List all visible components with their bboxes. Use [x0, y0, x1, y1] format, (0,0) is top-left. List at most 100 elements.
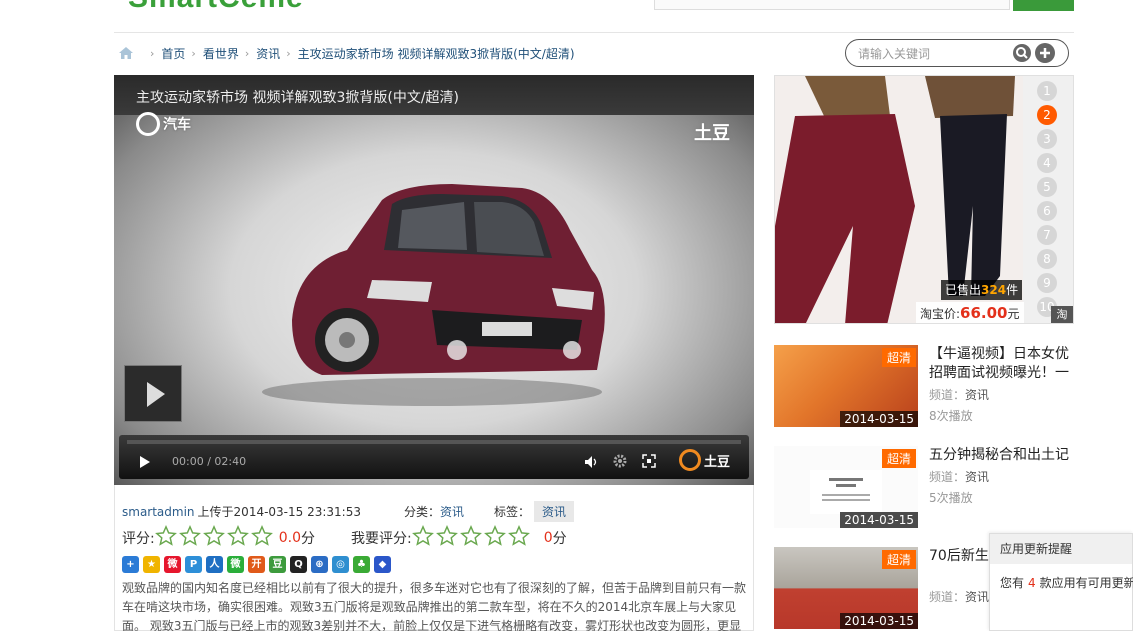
kaixin-icon[interactable]: 开: [248, 556, 265, 573]
add-icon[interactable]: [1035, 43, 1055, 63]
search-icon[interactable]: [1013, 44, 1031, 62]
notification-prefix: 您有: [1000, 576, 1025, 590]
breadcrumb: › 首页 › 看世界 › 资讯 › 主攻运动家轿市场 视频详解观致3掀背版(中文…: [118, 44, 575, 62]
notification-body: 您有 4 款应用有可用更新: [990, 564, 1133, 591]
renren-icon[interactable]: 人: [206, 556, 223, 573]
category-link[interactable]: 资讯: [440, 503, 464, 520]
video-date: 2014-03-15: [840, 411, 918, 427]
promo-page-1[interactable]: 1: [1037, 81, 1057, 101]
price-badge: 淘宝价:66.00元: [916, 302, 1024, 323]
tudou-brand[interactable]: 土豆: [679, 449, 730, 471]
video-player[interactable]: 主攻运动家轿市场 视频详解观致3掀背版(中文/超清) 汽车 土豆 00:00 /…: [114, 75, 754, 485]
brand-text: 土豆: [704, 454, 731, 470]
video-description: 观致品牌的国内知名度已经相比以前有了很大的提升，很多车迷对它也有了很深刻的了解，…: [122, 581, 747, 631]
video-title-link[interactable]: 【牛逼视频】日本女优招聘面试视频曝光！一: [929, 345, 1077, 383]
watermark-text: 汽车: [163, 117, 191, 133]
promo-page-6[interactable]: 6: [1037, 201, 1057, 221]
site-logo[interactable]: SmartCeme: [128, 0, 368, 10]
tag-link[interactable]: 资讯: [534, 501, 575, 522]
uploader-link[interactable]: smartadmin: [122, 505, 195, 519]
volume-icon[interactable]: [584, 455, 598, 472]
gear-icon[interactable]: [613, 454, 627, 471]
paw-icon[interactable]: ◆: [374, 556, 391, 573]
update-notification[interactable]: 应用更新提醒 您有 4 款应用有可用更新: [989, 533, 1133, 631]
breadcrumb-separator: ›: [150, 46, 155, 60]
star-icon[interactable]: [459, 525, 482, 551]
my-rating-unit: 分: [552, 531, 567, 547]
star-icon: [178, 525, 201, 551]
top-search-field[interactable]: [654, 0, 1010, 10]
star-icon[interactable]: [411, 525, 434, 551]
star-icon[interactable]: [507, 525, 530, 551]
sold-count: 324: [981, 283, 1007, 297]
taobao-icon[interactable]: 淘: [1051, 306, 1073, 323]
star-icon[interactable]: [435, 525, 458, 551]
promo-page-4[interactable]: 4: [1037, 153, 1057, 173]
breadcrumb-separator: ›: [244, 46, 250, 60]
star-icon: [154, 525, 177, 551]
clover-icon[interactable]: ♣: [353, 556, 370, 573]
promo-page-2[interactable]: 2: [1037, 105, 1057, 125]
star-icon[interactable]: [483, 525, 506, 551]
sohu-icon[interactable]: ◎: [332, 556, 349, 573]
search-box: [845, 39, 1069, 67]
top-search-button[interactable]: [1013, 0, 1074, 11]
video-thumbnail[interactable]: 超清 2014-03-15: [774, 345, 918, 427]
breadcrumb-world[interactable]: 看世界: [203, 45, 239, 62]
tudou-logo-icon: [136, 112, 160, 136]
breadcrumb-separator: ›: [286, 46, 291, 60]
meta-row: smartadmin 上传于2014-03-15 23:31:53 分类： 资讯…: [122, 501, 575, 522]
car-image: [262, 184, 605, 406]
home-icon[interactable]: [118, 46, 134, 60]
tencent-weibo-icon[interactable]: P: [185, 556, 202, 573]
channel-link[interactable]: 资讯: [965, 388, 989, 402]
list-item[interactable]: 超清 2014-03-15 五分钟揭秘合和出土记 频道：资讯 5次播放: [774, 446, 1074, 528]
douban-icon[interactable]: 豆: [269, 556, 286, 573]
progress-bar[interactable]: [127, 440, 741, 444]
fullscreen-icon[interactable]: [642, 454, 656, 471]
video-channel: 频道：资讯: [929, 386, 989, 403]
star-icon: [250, 525, 273, 551]
video-title-link[interactable]: 五分钟揭秘合和出土记: [929, 446, 1077, 466]
hd-badge: 超清: [881, 449, 916, 468]
video-channel: 频道：资讯: [929, 468, 989, 485]
video-thumbnail[interactable]: 超清 2014-03-15: [774, 446, 918, 528]
video-date: 2014-03-15: [840, 613, 918, 629]
qzone-icon[interactable]: ★: [143, 556, 160, 573]
promo-page-9[interactable]: 9: [1037, 273, 1057, 293]
list-item[interactable]: 超清 2014-03-15 【牛逼视频】日本女优招聘面试视频曝光！一 频道：资讯…: [774, 345, 1074, 427]
star-icon: [202, 525, 225, 551]
promo-page-3[interactable]: 3: [1037, 129, 1057, 149]
sold-count-badge: 已售出324件: [941, 280, 1023, 300]
channel-watermark: 汽车: [136, 112, 191, 136]
search-input[interactable]: [858, 46, 1008, 62]
my-rating-label: 我要评分:: [350, 531, 412, 547]
qq-icon[interactable]: Q: [290, 556, 307, 573]
weibo-icon[interactable]: 微: [164, 556, 181, 573]
my-rating-stars[interactable]: [411, 525, 530, 551]
wechat-icon[interactable]: 微: [227, 556, 244, 573]
rating-label: 评分:: [122, 531, 155, 547]
sold-prefix: 已售出: [945, 283, 982, 297]
hd-badge: 超清: [881, 348, 916, 367]
channel-link[interactable]: 资讯: [965, 590, 989, 604]
play-icon[interactable]: [139, 455, 151, 472]
breadcrumb-separator: ›: [191, 46, 196, 60]
video-thumbnail[interactable]: 超清 2014-03-15: [774, 547, 918, 629]
share-plus-icon[interactable]: +: [122, 556, 139, 573]
play-count: 8次播放: [929, 409, 973, 423]
baidu-icon[interactable]: ⊕: [311, 556, 328, 573]
promo-page-8[interactable]: 8: [1037, 249, 1057, 269]
rating-unit: 分: [300, 531, 315, 547]
video-title: 主攻运动家轿市场 视频详解观致3掀背版(中文/超清): [136, 90, 459, 106]
channel-link[interactable]: 资讯: [965, 470, 989, 484]
video-controls: 00:00 / 02:40 土豆: [119, 435, 749, 479]
promo-page-7[interactable]: 7: [1037, 225, 1057, 245]
promo-page-5[interactable]: 5: [1037, 177, 1057, 197]
breadcrumb-news[interactable]: 资讯: [256, 45, 280, 62]
notification-suffix: 款应用有可用更新: [1039, 576, 1133, 590]
breadcrumb-home[interactable]: 首页: [161, 45, 185, 62]
notification-count: 4: [1028, 576, 1036, 590]
promo-banner[interactable]: 1 2 3 4 5 6 7 8 9 10 已售出324件 淘宝价:66.00元 淘: [774, 75, 1074, 324]
big-play-button[interactable]: [124, 365, 182, 422]
